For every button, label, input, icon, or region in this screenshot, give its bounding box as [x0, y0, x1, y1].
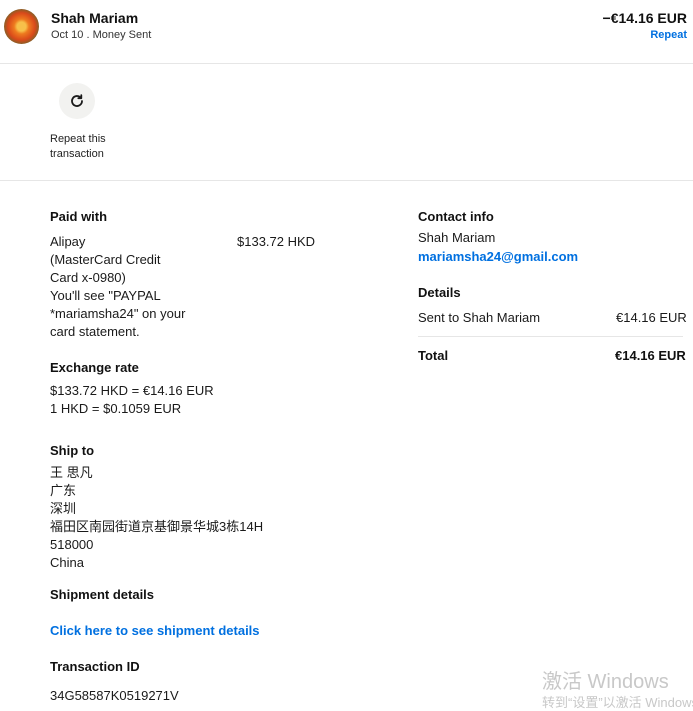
- exchange-rate-line2: 1 HKD = $0.1059 EUR: [50, 401, 182, 416]
- windows-activation-watermark: 激活 Windows: [542, 671, 669, 693]
- repeat-link[interactable]: Repeat: [650, 29, 687, 41]
- address-line: 福田区南园街道京基御景华城3栋14H: [50, 519, 264, 534]
- transaction-header: Shah Mariam Oct 10 . Money Sent −€14.16 …: [0, 0, 693, 64]
- paid-with-line: (MasterCard Credit: [50, 252, 161, 267]
- contact-info-heading: Contact info: [418, 209, 494, 224]
- exchange-rate-line1: $133.72 HKD = €14.16 EUR: [50, 383, 214, 398]
- details-row-amount: €14.16 EUR: [616, 310, 687, 325]
- total-label: Total: [418, 348, 449, 363]
- avatar: [4, 9, 39, 44]
- paid-with-text: Alipay (MasterCard Credit Card x-0980) Y…: [50, 233, 230, 341]
- total-amount: €14.16 EUR: [615, 348, 686, 363]
- details-row-label: Sent to Shah Mariam: [418, 310, 541, 325]
- repeat-transaction-section: Repeat this transaction: [0, 64, 693, 181]
- address-line: 518000: [50, 537, 94, 552]
- transaction-id-heading: Transaction ID: [50, 659, 140, 674]
- address-line: 深圳: [50, 501, 77, 516]
- paid-with-line: Alipay: [50, 234, 86, 249]
- contact-name: Shah Mariam: [418, 230, 496, 245]
- address-line: China: [50, 555, 84, 570]
- contact-email-link[interactable]: mariamsha24@gmail.com: [418, 249, 578, 264]
- paid-with-line: card statement.: [50, 324, 140, 339]
- repeat-label-line1: Repeat this: [50, 133, 106, 145]
- details-divider: [418, 336, 683, 337]
- windows-activation-hint: 转到“设置”以激活 Windows。: [542, 695, 693, 710]
- transaction-amount: −€14.16 EUR: [602, 10, 687, 26]
- transaction-details-page: Shah Mariam Oct 10 . Money Sent −€14.16 …: [0, 0, 693, 711]
- transaction-id-value: 34G58587K0519271V: [50, 688, 179, 703]
- transaction-date-type: Oct 10 . Money Sent: [51, 29, 152, 41]
- ship-to-address: 王 思凡 广东 深圳 福田区南园街道京基御景华城3栋14H 518000 Chi…: [50, 464, 263, 572]
- paid-with-line: *mariamsha24" on your: [50, 306, 186, 321]
- paid-with-line: Card x-0980): [50, 270, 126, 285]
- refresh-icon: [71, 94, 83, 107]
- shipment-details-heading: Shipment details: [50, 587, 155, 602]
- paid-with-amount: $133.72 HKD: [237, 234, 316, 249]
- ship-to-heading: Ship to: [50, 443, 95, 458]
- repeat-transaction-button[interactable]: [59, 83, 95, 119]
- address-line: 王 思凡: [50, 465, 93, 480]
- details-heading: Details: [418, 285, 461, 300]
- repeat-transaction-label: Repeat this transaction: [50, 132, 130, 162]
- paid-with-heading: Paid with: [50, 209, 108, 224]
- exchange-rate-heading: Exchange rate: [50, 360, 139, 375]
- shipment-details-link[interactable]: Click here to see shipment details: [50, 623, 260, 638]
- recipient-name: Shah Mariam: [51, 10, 139, 26]
- repeat-label-line2: transaction: [50, 148, 104, 160]
- address-line: 广东: [50, 483, 77, 498]
- paid-with-line: You'll see "PAYPAL: [50, 288, 161, 303]
